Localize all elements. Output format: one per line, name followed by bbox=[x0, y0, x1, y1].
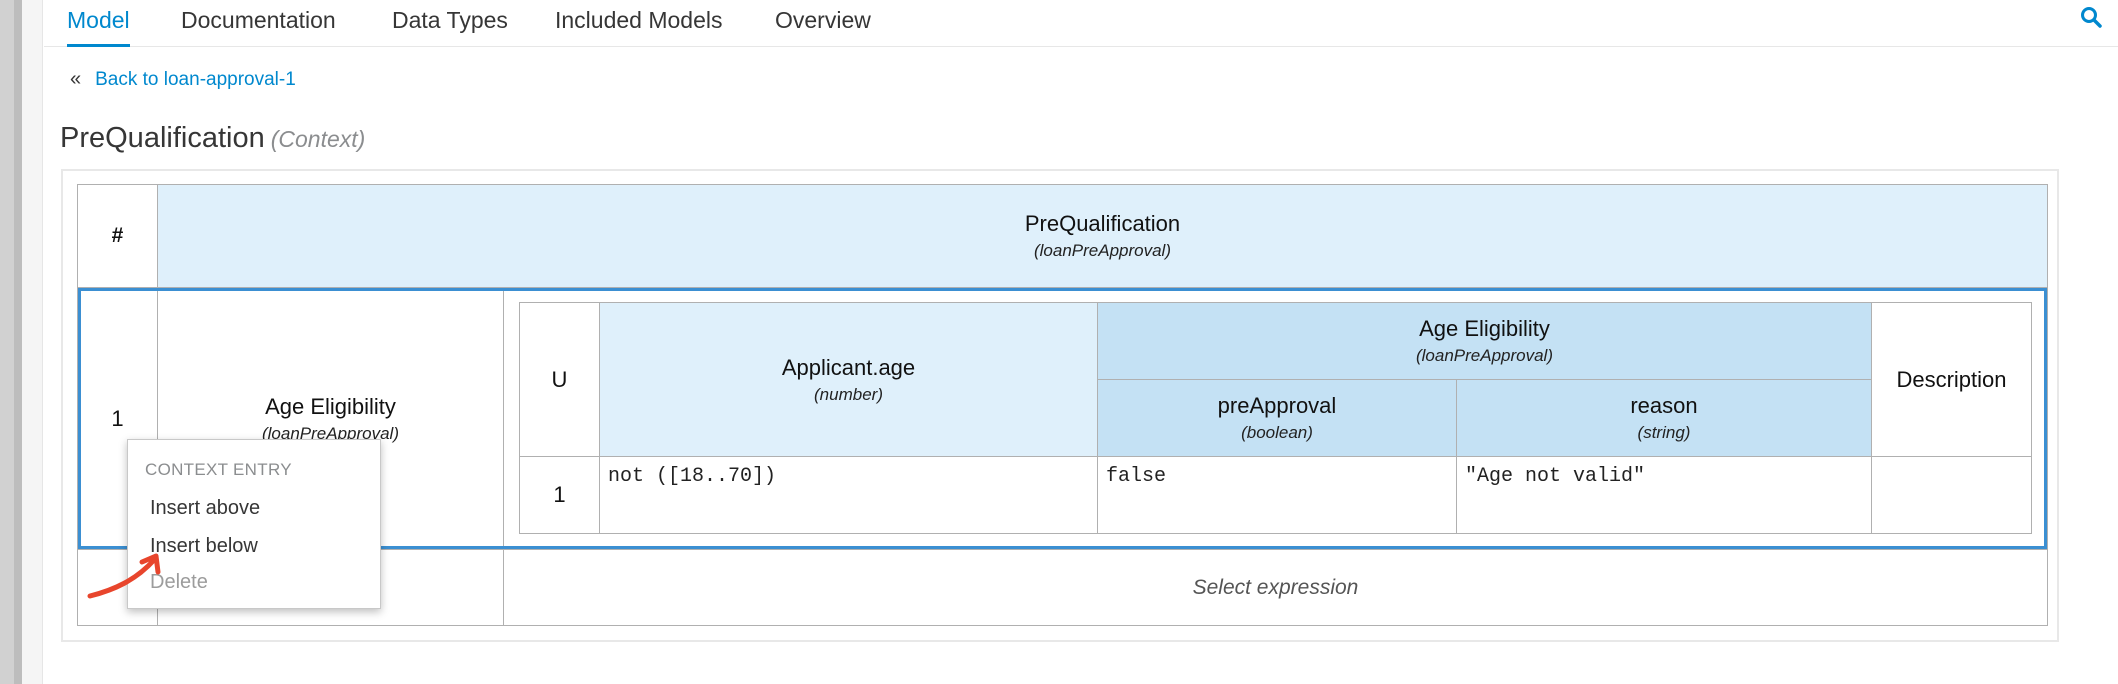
output-type: (string) bbox=[1637, 423, 1691, 442]
rule-output-reason-cell[interactable]: "Age not valid" bbox=[1456, 456, 1872, 534]
insert-above-menu-item[interactable]: Insert above bbox=[150, 497, 260, 520]
back-link[interactable]: « Back to loan-approval-1 bbox=[70, 68, 296, 91]
tab-model[interactable]: Model bbox=[67, 0, 130, 47]
rule-index[interactable]: 1 bbox=[519, 456, 600, 534]
rule-description-cell[interactable] bbox=[1871, 456, 2032, 534]
editor-tabs: Model Documentation Data Types Included … bbox=[44, 0, 2118, 47]
output-group-name: Age Eligibility bbox=[1419, 316, 1550, 341]
hit-policy-label: U bbox=[551, 366, 568, 392]
select-expression-placeholder: Select expression bbox=[1192, 575, 1359, 599]
page-title-kind: (Context) bbox=[270, 126, 366, 152]
row-index-label: 1 bbox=[111, 405, 124, 431]
double-chevron-left-icon: « bbox=[70, 68, 82, 90]
result-expression-cell[interactable]: Select expression bbox=[503, 549, 2048, 626]
page-title: PreQualification (Context) bbox=[60, 122, 365, 155]
rule-index-label: 1 bbox=[553, 482, 566, 507]
hit-policy-cell[interactable]: U bbox=[519, 302, 600, 457]
description-header[interactable]: Description bbox=[1871, 302, 2032, 457]
context-header-name: PreQualification bbox=[1024, 211, 1181, 236]
annotation-arrow-icon bbox=[87, 553, 161, 599]
rule-input-cell[interactable]: not ([18..70]) bbox=[599, 456, 1098, 534]
tab-included-models[interactable]: Included Models bbox=[555, 0, 723, 46]
output-name: reason bbox=[1630, 393, 1698, 418]
tab-data-types[interactable]: Data Types bbox=[392, 0, 508, 46]
context-menu-header: CONTEXT ENTRY bbox=[145, 460, 292, 479]
tab-documentation[interactable]: Documentation bbox=[181, 0, 336, 46]
index-header-label: # bbox=[111, 224, 124, 247]
output-group-type: (loanPreApproval) bbox=[1415, 346, 1553, 365]
entry-name: Age Eligibility bbox=[265, 393, 396, 419]
left-panel-edge bbox=[0, 0, 14, 684]
left-panel-gutter bbox=[22, 0, 43, 684]
context-header-type: (loanPreApproval) bbox=[1033, 241, 1171, 260]
back-link-label: Back to loan-approval-1 bbox=[95, 69, 296, 90]
rule-output-preapproval-cell[interactable]: false bbox=[1097, 456, 1457, 534]
output-type: (boolean) bbox=[1241, 423, 1313, 442]
input-name: Applicant.age bbox=[781, 354, 916, 380]
tab-overview[interactable]: Overview bbox=[775, 0, 871, 46]
output-name: preApproval bbox=[1217, 393, 1337, 418]
output-clause-header-reason[interactable]: reason (string) bbox=[1456, 379, 1872, 457]
description-header-label: Description bbox=[1896, 366, 2007, 392]
input-clause-header[interactable]: Applicant.age (number) bbox=[599, 302, 1098, 457]
context-header[interactable]: PreQualification (loanPreApproval) bbox=[157, 184, 2048, 288]
context-index-header: # bbox=[77, 184, 158, 288]
output-clause-header-preapproval[interactable]: preApproval (boolean) bbox=[1097, 379, 1457, 457]
search-icon[interactable] bbox=[2080, 6, 2102, 28]
output-group-header[interactable]: Age Eligibility (loanPreApproval) bbox=[1097, 302, 1872, 380]
left-panel-splitter[interactable] bbox=[14, 0, 22, 684]
input-type: (number) bbox=[814, 384, 883, 404]
page-title-name: PreQualification bbox=[60, 122, 265, 154]
